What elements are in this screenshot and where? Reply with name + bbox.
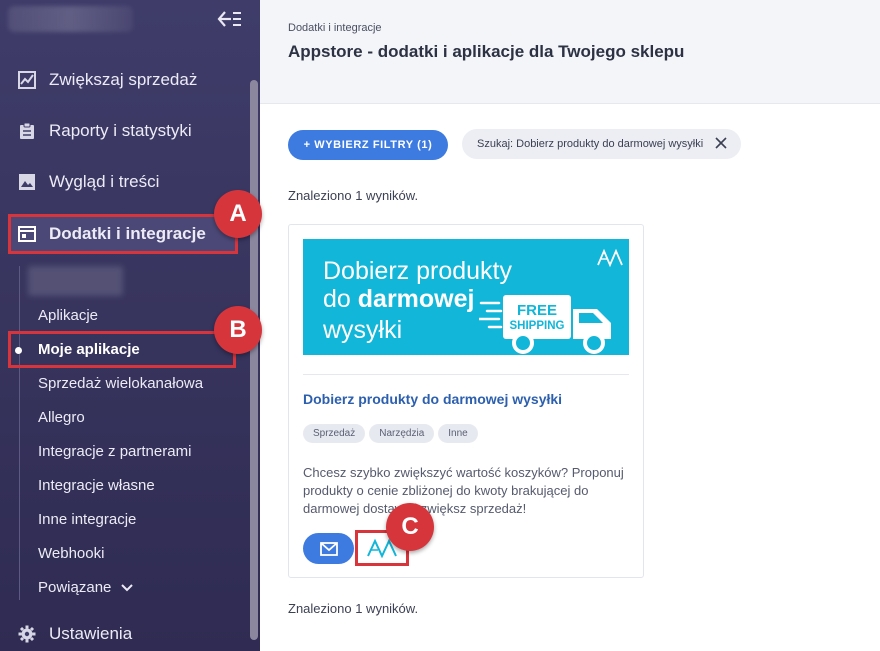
nav-item-label: Ustawienia	[49, 624, 133, 643]
submenu-item-webhooki[interactable]: Webhooki	[38, 543, 104, 565]
search-filter-chip: Szukaj: Dobierz produkty do darmowej wys…	[462, 129, 741, 159]
chart-icon	[18, 71, 36, 89]
contact-button[interactable]	[303, 533, 354, 564]
submenu-item-aplikacje[interactable]: Aplikacje	[38, 305, 98, 327]
banner-line-1: Dobierz produkty	[323, 257, 512, 285]
banner-line-3: wysyłki	[323, 316, 403, 344]
app-description: Chcesz szybko zwiększyć wartość koszyków…	[303, 465, 624, 516]
search-filter-label: Szukaj: Dobierz produkty do darmowej wys…	[477, 138, 704, 150]
chevron-down-icon	[121, 584, 134, 592]
tag[interactable]: Sprzedaż	[303, 424, 366, 443]
collapse-sidebar-icon[interactable]	[216, 8, 242, 30]
annotation-badge-c: C	[386, 503, 434, 551]
clipboard-icon	[20, 122, 34, 139]
submenu-item-allegro[interactable]: Allegro	[38, 407, 85, 429]
nav-item-zwiekszaj-sprzedaz[interactable]: Zwiększaj sprzedaż	[0, 60, 240, 100]
truck-text-free: FREE	[517, 302, 557, 319]
submenu-item-moje-aplikacje[interactable]: Moje aplikacje	[38, 339, 140, 361]
submenu-item-sprzedaz-wielokanalowa[interactable]: Sprzedaż wielokanałowa	[38, 373, 203, 395]
submenu-header-blurred	[28, 266, 123, 296]
app-tags: Sprzedaż Narzędzia Inne	[303, 424, 478, 443]
store-logo-blurred	[8, 6, 133, 32]
results-count-bottom: Znaleziono 1 wyników.	[288, 601, 419, 616]
window-icon	[18, 226, 36, 242]
submenu-item-powiazane[interactable]: Powiązane	[38, 577, 134, 599]
tag[interactable]: Inne	[438, 424, 478, 443]
nav-item-label: Wygląd i treści	[49, 172, 160, 191]
nav-item-raporty[interactable]: Raporty i statystyki	[0, 111, 240, 151]
page-title: Appstore - dodatki i aplikacje dla Twoje…	[288, 42, 685, 61]
breadcrumb[interactable]: Dodatki i integracje	[288, 22, 382, 34]
card-divider	[303, 374, 629, 375]
app-title-link[interactable]: Dobierz produkty do darmowej wysyłki	[303, 391, 562, 407]
close-icon[interactable]	[714, 136, 728, 150]
truck-text-shipping: SHIPPING	[510, 320, 565, 332]
annotation-badge-b: B	[214, 306, 262, 354]
banner-line-2-bold: darmowej	[357, 285, 475, 313]
nav-item-label: Dodatki i integracje	[49, 224, 206, 243]
annotation-badge-a: A	[214, 190, 262, 238]
delivery-truck-icon: FREE SHIPPING	[479, 295, 611, 354]
submenu-rail	[19, 266, 20, 600]
mail-icon	[319, 541, 338, 556]
results-count: Znaleziono 1 wyników.	[288, 188, 419, 203]
banner-line-2-prefix: do	[323, 285, 358, 313]
nav-item-label: Zwiększaj sprzedaż	[49, 70, 198, 89]
nav-item-ustawienia[interactable]: Ustawienia	[0, 614, 240, 651]
active-dot	[15, 347, 22, 354]
nav-item-wyglad[interactable]: Wygląd i treści	[0, 162, 240, 202]
nav-item-label: Raporty i statystyki	[49, 121, 192, 140]
app-banner[interactable]: Dobierz produkty do darmowej wysyłki FRE…	[303, 239, 629, 355]
submenu-item-label: Powiązane	[38, 579, 112, 596]
gear-icon	[18, 625, 36, 643]
tag[interactable]: Narzędzia	[369, 424, 435, 443]
banner-line-2: do darmowej	[323, 285, 474, 314]
choose-filters-button[interactable]: + WYBIERZ FILTRY (1)	[288, 130, 448, 160]
submenu-item-inne-integracje[interactable]: Inne integracje	[38, 509, 136, 531]
nav-item-dodatki-integracje[interactable]: Dodatki i integracje	[8, 214, 238, 254]
submenu-item-integracje-partnerami[interactable]: Integracje z partnerami	[38, 441, 191, 463]
sidebar-scrollbar[interactable]	[250, 80, 258, 640]
submenu-item-integracje-wlasne[interactable]: Integracje własne	[38, 475, 155, 497]
app-logo-icon	[597, 248, 623, 268]
image-icon	[19, 174, 35, 190]
